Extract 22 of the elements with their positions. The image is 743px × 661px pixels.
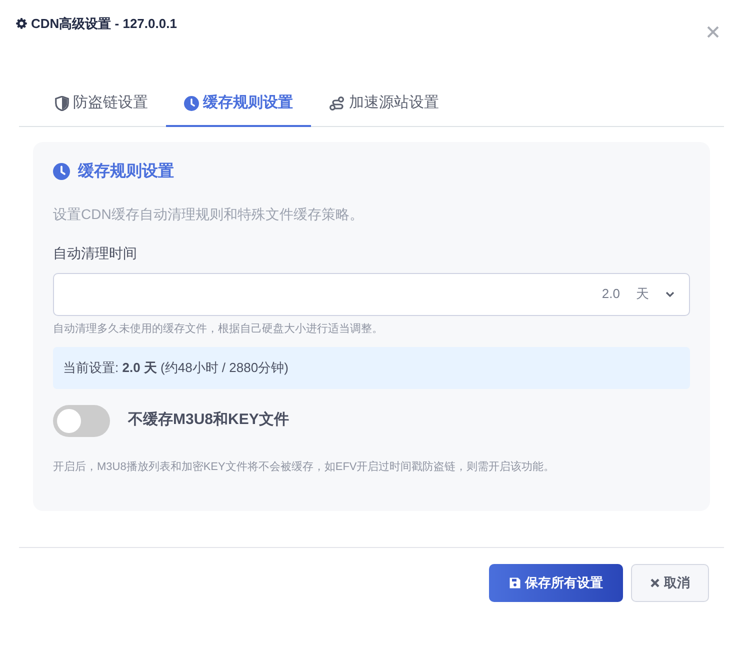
clock-icon	[184, 96, 199, 111]
tab[interactable]: 防盗链设置	[37, 86, 166, 126]
toggle-label: 不缓存M3U8和KEY文件	[128, 410, 289, 430]
close-icon	[650, 578, 660, 588]
select-field[interactable]: 2.0 天	[53, 272, 690, 316]
help-text: 开启后，M3U8播放列表和加密KEY文件将不会被缓存，如EFV开启过时间戳防盗链，则需开启该功能。	[53, 460, 556, 474]
current-setting-note: 当前设置: 2.0 天 (约48小时 / 2880分钟)	[53, 347, 690, 388]
field-label: 自动清理时间	[53, 244, 138, 262]
shield-icon	[55, 96, 69, 111]
panel-title: 缓存规则设置	[78, 162, 174, 182]
window-title: CDN高级设置 - 127.0.0.1	[31, 15, 177, 33]
toggle-switch[interactable]	[53, 404, 110, 436]
settings-icon	[16, 18, 27, 30]
clock-icon	[53, 163, 70, 180]
route-icon	[329, 96, 345, 111]
save-button[interactable]: 保存所有设置	[489, 564, 623, 602]
tab[interactable]: 缓存规则设置	[166, 86, 311, 126]
cancel-button[interactable]: 取消	[631, 564, 709, 602]
tab[interactable]: 加速源站设置	[311, 86, 457, 126]
help-text: 自动清理多久未使用的缓存文件，根据自己硬盘大小进行适当调整。	[53, 322, 384, 336]
chevron-down-icon	[665, 289, 675, 299]
panel-description: 设置CDN缓存自动清理规则和特殊文件缓存策略。	[53, 204, 364, 224]
